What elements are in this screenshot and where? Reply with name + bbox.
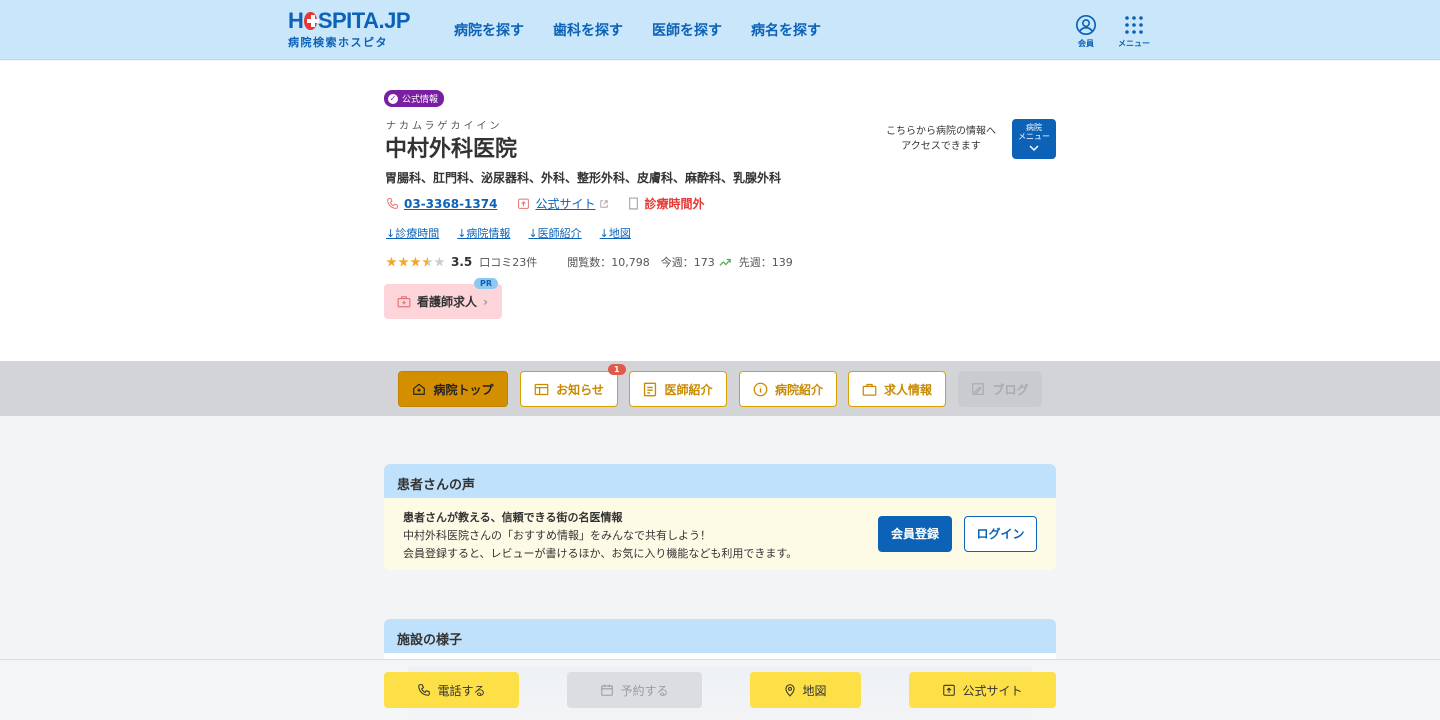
logo-subtitle: 病院検索ホスピタ bbox=[288, 36, 388, 49]
phone-link[interactable]: 03-3368-1374 bbox=[404, 197, 497, 211]
pr-badge: PR bbox=[473, 278, 498, 289]
main-nav: 病院を探す 歯科を探す 医師を探す 病名を探す bbox=[454, 20, 821, 40]
hospital-tabs: 病院トップ お知らせ 1 医師紹介 病院紹介 求人情報 ブログ bbox=[0, 361, 1440, 416]
calendar-icon bbox=[601, 684, 614, 696]
facility-title: 施設の様子 bbox=[384, 619, 1056, 653]
tab-hospital-intro[interactable]: 病院紹介 bbox=[739, 371, 837, 407]
star-icon bbox=[398, 256, 409, 267]
star-empty-icon bbox=[434, 256, 445, 267]
official-info-badge: ✓ 公式情報 bbox=[384, 90, 445, 107]
logo-cross-icon bbox=[304, 12, 320, 30]
info-icon bbox=[753, 382, 768, 396]
tab-doctors[interactable]: 医師紹介 bbox=[629, 371, 727, 407]
open-status: 診療時間外 bbox=[644, 197, 705, 211]
last-week-count: 先週：139 bbox=[738, 256, 793, 269]
login-button[interactable]: ログイン bbox=[964, 516, 1037, 552]
bottom-action-bar: 電話する 予約する 地図 公式サイト bbox=[0, 659, 1440, 720]
rating-row: 3.5 口コミ23件 閲覧数：10,798 今週：173 先週：139 bbox=[386, 254, 793, 270]
menu-label: メニュー bbox=[1118, 39, 1150, 48]
hospital-menu-button[interactable]: 病院 メニュー bbox=[1012, 119, 1056, 159]
user-icon bbox=[1076, 15, 1096, 35]
member-button[interactable]: 会員 bbox=[1075, 14, 1097, 49]
anchor-hours[interactable]: ↓診療時間 bbox=[386, 225, 439, 241]
site-logo[interactable]: H SPITA.JP 病院検索ホスピタ bbox=[288, 8, 411, 50]
blog-icon bbox=[972, 383, 985, 395]
official-site-link[interactable]: 公式サイト bbox=[535, 195, 595, 212]
menu-button[interactable]: メニュー bbox=[1118, 14, 1150, 49]
hospital-hero: ✓ 公式情報 ナカムラゲカイイン 中村外科医院 胃腸科、肛門科、泌尿器科、外科、… bbox=[0, 61, 1440, 361]
official-site-icon bbox=[518, 198, 530, 209]
departments: 胃腸科、肛門科、泌尿器科、外科、整形外科、皮膚科、麻酔科、乳腺外科 bbox=[385, 171, 782, 185]
reserve-button: 予約する bbox=[567, 672, 702, 708]
nav-find-dental[interactable]: 歯科を探す bbox=[553, 20, 623, 40]
star-icon bbox=[410, 256, 421, 267]
anchor-map[interactable]: ↓地図 bbox=[600, 225, 631, 241]
call-button[interactable]: 電話する bbox=[384, 672, 519, 708]
patient-voice-body: 患者さんが教える、信頼できる街の名医情報 中村外科医院さんの「おすすめ情報」をみ… bbox=[384, 498, 1056, 570]
patient-voice-title: 患者さんの声 bbox=[384, 464, 1056, 498]
logo-text-post: SPITA.JP bbox=[317, 8, 411, 33]
contact-row: 03-3368-1374 公式サイト 診療時間外 bbox=[386, 195, 705, 212]
map-button[interactable]: 地図 bbox=[750, 672, 861, 708]
phone-icon bbox=[387, 198, 398, 209]
star-half-icon bbox=[422, 256, 433, 267]
doctor-icon bbox=[644, 382, 657, 396]
official-site-icon bbox=[943, 684, 956, 696]
anchor-hospital-info[interactable]: ↓病院情報 bbox=[457, 225, 510, 241]
patient-voice-section: 患者さんの声 患者さんが教える、信頼できる街の名医情報 中村外科医院さんの「おす… bbox=[384, 464, 1056, 570]
site-header: H SPITA.JP 病院検索ホスピタ 病院を探す 歯科を探す 医師を探す 病名を… bbox=[0, 0, 1440, 60]
nurse-jobs-label: 看護師求人 bbox=[417, 295, 478, 309]
medical-bag-icon bbox=[397, 296, 411, 308]
tab-hospital-top[interactable]: 病院トップ bbox=[398, 371, 508, 407]
view-count: 閲覧数：10,798 今週：173 bbox=[567, 256, 715, 269]
member-label: 会員 bbox=[1078, 39, 1094, 48]
logo-text-pre: H bbox=[288, 8, 304, 33]
nav-find-hospital[interactable]: 病院を探す bbox=[454, 20, 524, 40]
tab-news[interactable]: お知らせ 1 bbox=[520, 364, 626, 407]
hospital-name: 中村外科医院 bbox=[385, 137, 518, 162]
briefcase-icon bbox=[862, 383, 877, 396]
news-icon bbox=[534, 383, 549, 395]
register-button[interactable]: 会員登録 bbox=[878, 516, 952, 552]
chevron-right-icon: › bbox=[483, 294, 488, 309]
phone-icon bbox=[418, 684, 431, 696]
check-icon: ✓ bbox=[388, 93, 398, 104]
external-link-icon bbox=[600, 199, 609, 208]
grid-menu-icon bbox=[1125, 16, 1143, 34]
chevron-down-icon bbox=[1029, 145, 1039, 152]
review-count[interactable]: 口コミ23件 bbox=[479, 254, 537, 270]
anchor-doctors[interactable]: ↓医師紹介 bbox=[528, 225, 581, 241]
nav-find-disease[interactable]: 病名を探す bbox=[751, 20, 821, 40]
nurse-jobs-button[interactable]: 看護師求人 › PR bbox=[384, 278, 502, 319]
anchor-links: ↓診療時間 ↓病院情報 ↓医師紹介 ↓地図 bbox=[386, 225, 631, 241]
tab-blog: ブログ bbox=[958, 371, 1042, 407]
hospital-name-kana: ナカムラゲカイイン bbox=[386, 121, 503, 132]
hospital-icon bbox=[413, 383, 426, 395]
star-rating bbox=[386, 256, 445, 268]
news-count-badge: 1 bbox=[608, 364, 626, 375]
door-icon bbox=[629, 197, 639, 210]
tab-jobs[interactable]: 求人情報 bbox=[848, 371, 946, 407]
trend-up-icon bbox=[719, 258, 731, 266]
map-pin-icon bbox=[785, 684, 796, 697]
nav-find-doctor[interactable]: 医師を探す bbox=[652, 20, 722, 40]
rating-score: 3.5 bbox=[451, 255, 473, 269]
official-site-button[interactable]: 公式サイト bbox=[909, 672, 1056, 708]
hospital-menu-hint: こちらから病院の情報へ アクセスできます bbox=[886, 126, 996, 152]
star-icon bbox=[386, 256, 397, 267]
official-badge-label: 公式情報 bbox=[402, 95, 439, 105]
